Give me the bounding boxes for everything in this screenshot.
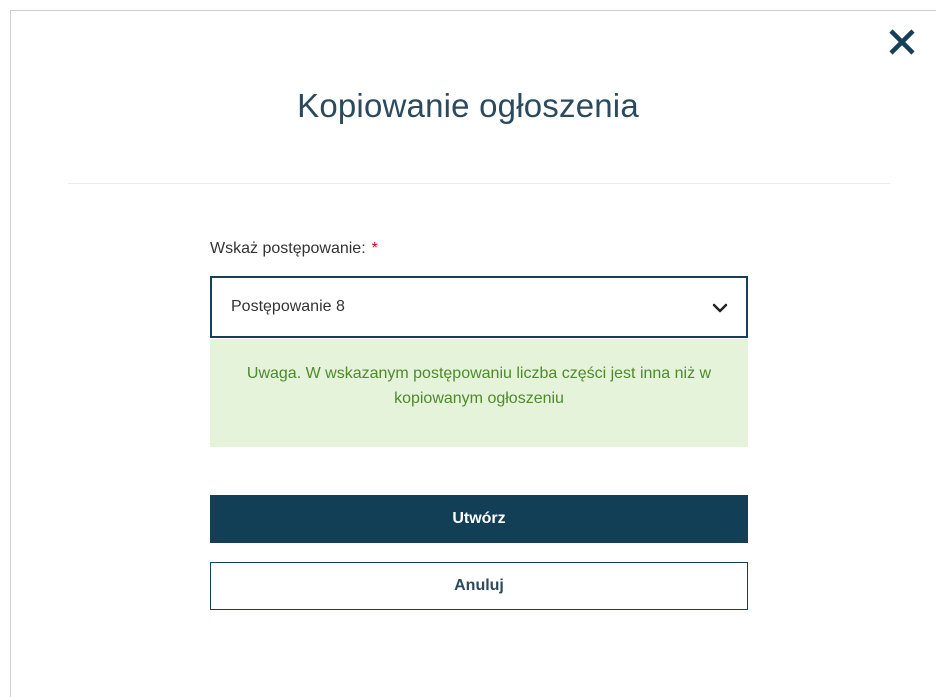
- warning-alert-text: Uwaga. W wskazanym postępowaniu liczba c…: [246, 365, 712, 407]
- cancel-button[interactable]: Anuluj: [210, 562, 748, 610]
- proceeding-select[interactable]: Postępowanie 8: [210, 276, 748, 338]
- chevron-down-icon: [712, 300, 728, 321]
- create-button[interactable]: Utwórz: [210, 495, 748, 543]
- proceeding-field-label: Wskaż postępowanie: *: [210, 240, 378, 258]
- proceeding-select-value: Postępowanie 8: [231, 298, 345, 315]
- warning-alert: Uwaga. W wskazanym postępowaniu liczba c…: [210, 339, 748, 447]
- title-divider: [68, 183, 890, 184]
- proceeding-label-text: Wskaż postępowanie:: [210, 240, 366, 257]
- dialog-title: Kopiowanie ogłoszenia: [297, 87, 639, 124]
- required-marker: *: [371, 240, 378, 257]
- close-button[interactable]: [882, 22, 922, 62]
- close-icon: [889, 29, 915, 55]
